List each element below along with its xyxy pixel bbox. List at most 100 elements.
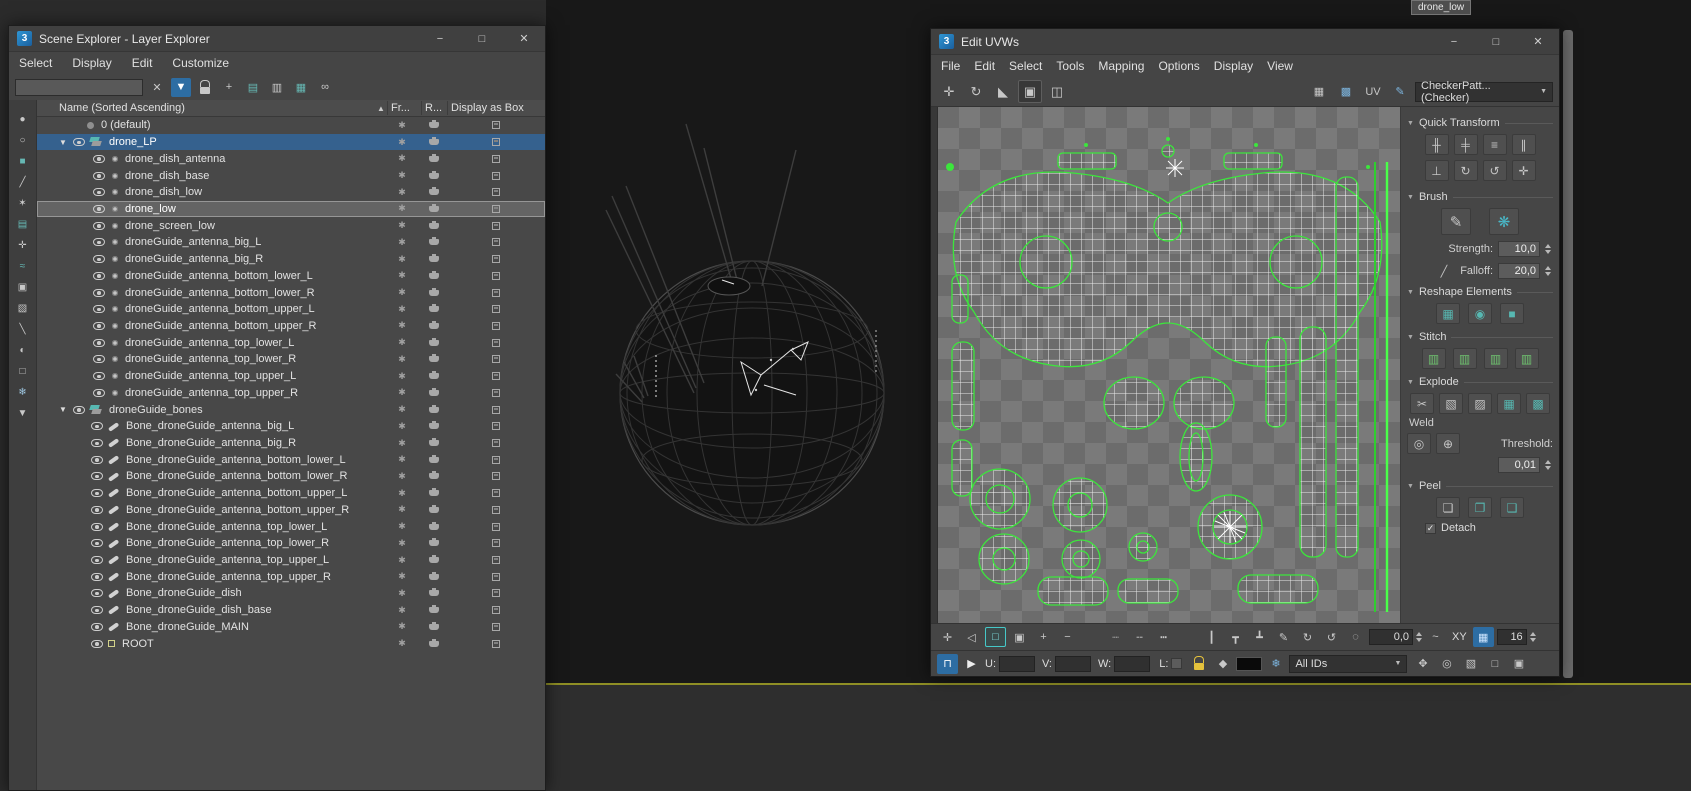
flatten-mapping-icon[interactable]: ▦ (1497, 393, 1521, 414)
display-as-box-toggle-icon[interactable] (489, 238, 503, 247)
pan-icon[interactable]: ✥ (1412, 654, 1433, 674)
visibility-eye-icon[interactable] (93, 271, 105, 280)
absolute-typein-icon[interactable]: ▶ (961, 654, 982, 674)
frozen-toggle-icon[interactable]: ✱ (395, 304, 409, 315)
renderable-toggle-icon[interactable] (427, 270, 441, 279)
panel-header-peel[interactable]: ▼ Peel (1407, 480, 1553, 492)
renderable-toggle-icon[interactable] (427, 521, 441, 530)
display-filter-icon[interactable]: ▼ (14, 406, 32, 420)
align-to-edge-icon[interactable]: ⊥ (1424, 160, 1449, 181)
frozen-toggle-icon[interactable]: ✱ (395, 237, 409, 248)
column-name[interactable]: Name (Sorted Ascending) (37, 102, 185, 114)
drone_low[interactable]: ▼ drone_low ✱ (37, 200, 545, 218)
frozen-toggle-icon[interactable]: ✱ (395, 471, 409, 482)
display-as-box-toggle-icon[interactable] (489, 305, 503, 314)
renderable-toggle-icon[interactable] (427, 404, 441, 413)
snap-curve-icon[interactable]: ~ (1425, 627, 1446, 647)
menu-item[interactable]: Display (72, 56, 111, 70)
mirror-icon[interactable]: ◫ (1045, 80, 1069, 103)
display-as-box-toggle-icon[interactable] (489, 388, 503, 397)
display-as-box-toggle-icon[interactable] (489, 522, 503, 531)
uv-canvas[interactable] (938, 107, 1400, 623)
freeform-mode-icon[interactable]: ▣ (1018, 80, 1042, 103)
edit-uvws-titlebar[interactable]: 3 Edit UVWs − □ ✕ (931, 29, 1559, 55)
subobject-square-icon[interactable]: □ (985, 627, 1006, 647)
display-as-box-toggle-icon[interactable] (489, 355, 503, 364)
Bone_droneGuide_antenna_big_L[interactable]: ▼ Bone_droneGuide_antenna_big_L ✱ (37, 418, 545, 435)
droneGuide_antenna_bottom_upper_R[interactable]: ▼ droneGuide_antenna_bottom_upper_R ✱ (37, 318, 545, 335)
maximize-button[interactable]: □ (1483, 33, 1509, 51)
v-field[interactable] (1055, 655, 1091, 672)
quick-peel-icon[interactable]: ❏ (1436, 497, 1460, 518)
renderable-toggle-icon[interactable] (427, 254, 441, 263)
menu-item[interactable]: File (941, 59, 960, 73)
frozen-toggle-icon[interactable]: ✱ (395, 270, 409, 281)
Bone_droneGuide_antenna_bottom_upper_L[interactable]: ▼ Bone_droneGuide_antenna_bottom_upper_L… (37, 485, 545, 502)
magnet-snap-icon[interactable]: ⊓ (937, 653, 958, 674)
expand-arrow-icon[interactable]: ▼ (59, 405, 73, 414)
display-frozen-icon[interactable]: ❄ (14, 385, 32, 399)
command-panel-scrollbar[interactable] (1563, 30, 1573, 678)
menu-item[interactable]: Select (1009, 59, 1042, 73)
frozen-toggle-icon[interactable]: ✱ (395, 187, 409, 198)
display-as-box-toggle-icon[interactable] (489, 489, 503, 498)
frozen-toggle-icon[interactable]: ✱ (395, 571, 409, 582)
axis-label[interactable]: XY (1452, 631, 1467, 643)
Bone_droneGuide_antenna_bottom_lower_R[interactable]: ▼ Bone_droneGuide_antenna_bottom_lower_R… (37, 468, 545, 485)
renderable-toggle-icon[interactable] (427, 571, 441, 580)
zoom-selected-icon[interactable]: ▣ (1508, 654, 1529, 674)
display-none-icon[interactable]: ○ (14, 133, 32, 147)
relax-ccw-icon[interactable]: ↺ (1321, 627, 1342, 647)
align-to-bottom-icon[interactable]: ┻ (1249, 627, 1270, 647)
break-icon[interactable]: ✂ (1410, 393, 1434, 414)
Bone_droneGuide_antenna_top_upper_L[interactable]: ▼ Bone_droneGuide_antenna_top_upper_L ✱ (37, 552, 545, 569)
renderable-toggle-icon[interactable] (427, 421, 441, 430)
stitch-custom-icon[interactable]: ▥ (1421, 348, 1446, 369)
rotate-90-cw-icon[interactable]: ↻ (1453, 160, 1478, 181)
column-render[interactable]: R... (425, 102, 442, 114)
create-new-layer-icon[interactable]: + (219, 78, 239, 97)
drone_screen_low[interactable]: ▼ drone_screen_low ✱ (37, 217, 545, 234)
align-to-top-icon[interactable]: ┳ (1225, 627, 1246, 647)
frozen-toggle-icon[interactable]: ✱ (395, 170, 409, 181)
visibility-eye-icon[interactable] (91, 455, 103, 464)
renderable-toggle-icon[interactable] (427, 120, 441, 129)
display-as-box-toggle-icon[interactable] (489, 255, 503, 264)
panel-header-stitch[interactable]: ▼ Stitch (1407, 331, 1553, 343)
Bone_droneGuide_MAIN[interactable]: ▼ Bone_droneGuide_MAIN ✱ (37, 619, 545, 636)
display-as-box-toggle-icon[interactable] (489, 572, 503, 581)
renderable-toggle-icon[interactable] (427, 354, 441, 363)
Bone_droneGuide_antenna_bottom_lower_L[interactable]: ▼ Bone_droneGuide_antenna_bottom_lower_L… (37, 451, 545, 468)
visibility-eye-icon[interactable] (91, 522, 103, 531)
menu-item[interactable]: Mapping (1098, 59, 1144, 73)
visibility-eye-icon[interactable] (93, 188, 105, 197)
droneGuide_antenna_bottom_upper_L[interactable]: ▼ droneGuide_antenna_bottom_upper_L ✱ (37, 301, 545, 318)
frozen-toggle-icon[interactable]: ✱ (395, 120, 409, 131)
relax-cw-icon[interactable]: ↻ (1297, 627, 1318, 647)
straighten-selection-icon[interactable]: ▦ (1436, 303, 1460, 324)
frozen-toggle-icon[interactable]: ✱ (395, 220, 409, 231)
renderable-toggle-icon[interactable] (427, 287, 441, 296)
droneGuide_antenna_top_upper_R[interactable]: ▼ droneGuide_antenna_top_upper_R ✱ (37, 385, 545, 402)
grid-size-field[interactable]: 16 (1496, 629, 1527, 645)
droneGuide_antenna_top_upper_L[interactable]: ▼ droneGuide_antenna_top_upper_L ✱ (37, 368, 545, 385)
column-frozen[interactable]: Fr... (391, 102, 410, 114)
0 (default)[interactable]: ▼ 0 (default) ✱ (37, 117, 545, 134)
minimize-button[interactable]: − (427, 30, 453, 48)
renderable-toggle-icon[interactable] (427, 471, 441, 480)
stitch-target-icon[interactable]: ▥ (1514, 348, 1539, 369)
select-ring-icon[interactable]: ╌ (1129, 627, 1150, 647)
display-as-box-toggle-icon[interactable] (489, 288, 503, 297)
visibility-eye-icon[interactable] (93, 321, 105, 330)
relax-element-icon[interactable]: ◉ (1468, 303, 1492, 324)
lock-selection-icon[interactable] (1189, 654, 1209, 673)
visibility-eye-icon[interactable] (91, 639, 103, 648)
edge-vertical-icon[interactable]: ┃ (1201, 627, 1222, 647)
menu-item[interactable]: Options (1158, 59, 1199, 73)
menu-item[interactable]: Customize (172, 56, 229, 70)
display-cameras-icon[interactable]: ▤ (14, 217, 32, 231)
visibility-eye-icon[interactable] (93, 355, 105, 364)
paint-move-brush-icon[interactable]: ✎ (1441, 208, 1471, 235)
w-field[interactable] (1114, 655, 1151, 672)
display-as-box-toggle-icon[interactable] (489, 171, 503, 180)
